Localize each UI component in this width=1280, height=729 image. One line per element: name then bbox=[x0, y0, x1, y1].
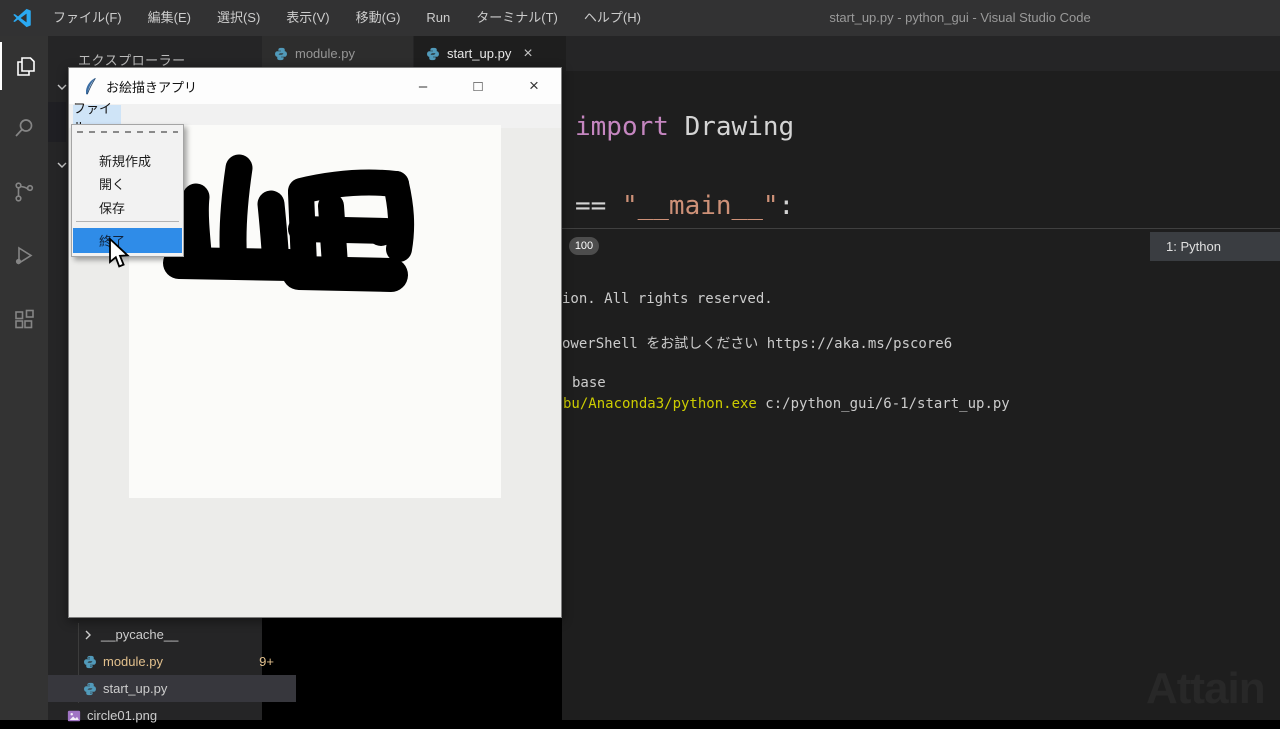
menu-tearoff-handle[interactable] bbox=[77, 131, 178, 133]
tree-item-label: circle01.png bbox=[87, 708, 157, 723]
menu-edit[interactable]: 編集(E) bbox=[135, 0, 204, 36]
app-title: お絵描きアプリ bbox=[106, 77, 197, 96]
window-title: start_up.py - python_gui - Visual Studio… bbox=[640, 0, 1280, 36]
git-changes-badge: 9+ bbox=[259, 654, 274, 669]
menu-separator bbox=[76, 221, 179, 222]
drawing-canvas[interactable] bbox=[129, 125, 501, 498]
tab-label: module.py bbox=[295, 46, 355, 61]
menu-go[interactable]: 移動(G) bbox=[343, 0, 414, 36]
search-icon[interactable] bbox=[0, 104, 48, 152]
app-titlebar[interactable]: お絵描きアプリ – □ × bbox=[69, 68, 561, 104]
problems-count-badge: 100 bbox=[569, 237, 599, 255]
close-button[interactable]: × bbox=[511, 68, 557, 104]
open-editors-selected-strip bbox=[48, 102, 66, 142]
folder-chevron-icon bbox=[80, 629, 96, 641]
terminal-line: ion. All rights reserved. bbox=[562, 291, 773, 307]
menu-terminal[interactable]: ターミナル(T) bbox=[463, 0, 571, 36]
tree-item-module[interactable]: module.py 9+ bbox=[48, 648, 296, 675]
terminal-panel[interactable]: 100 1: Python ion. All rights reserved. … bbox=[562, 229, 1280, 720]
tree-item-pycache[interactable]: __pycache__ bbox=[48, 621, 294, 648]
menu-item-save[interactable]: 保存 bbox=[73, 196, 182, 219]
source-control-icon[interactable] bbox=[0, 168, 48, 216]
menu-run[interactable]: Run bbox=[413, 0, 463, 36]
mouse-cursor bbox=[107, 238, 131, 275]
tab-module-py[interactable]: module.py bbox=[262, 36, 414, 71]
menu-view[interactable]: 表示(V) bbox=[273, 0, 342, 36]
code-line-main: == "__main__": bbox=[575, 191, 794, 221]
handwritten-yamada-drawing bbox=[129, 125, 501, 498]
tree-item-circle01[interactable]: circle01.png bbox=[48, 702, 280, 729]
attain-watermark: Attain bbox=[1146, 664, 1265, 714]
section-chevron-icon[interactable] bbox=[56, 156, 68, 174]
tab-label: start_up.py bbox=[447, 46, 511, 61]
python-file-icon bbox=[82, 655, 98, 669]
vscode-logo-icon bbox=[12, 8, 32, 28]
terminal-shell-selector[interactable]: 1: Python bbox=[1150, 232, 1280, 261]
image-file-icon bbox=[66, 709, 82, 723]
drawing-app-window[interactable]: お絵描きアプリ – □ × ファイル bbox=[68, 67, 562, 618]
python-file-icon bbox=[274, 47, 288, 61]
code-line-import: import Drawing bbox=[575, 112, 794, 142]
python-file-icon bbox=[82, 682, 98, 696]
maximize-button[interactable]: □ bbox=[455, 68, 501, 104]
python-file-icon bbox=[426, 47, 440, 61]
tree-item-startup[interactable]: start_up.py bbox=[48, 675, 296, 702]
run-debug-icon[interactable] bbox=[0, 232, 48, 280]
menu-item-new[interactable]: 新規作成 bbox=[73, 149, 182, 172]
extensions-icon[interactable] bbox=[0, 296, 48, 344]
explorer-icon[interactable] bbox=[0, 42, 50, 90]
menu-item-open[interactable]: 開く bbox=[73, 172, 182, 195]
terminal-line: owerShell をお試しください https://aka.ms/pscore… bbox=[562, 333, 952, 353]
editor-tabstrip: module.py start_up.py × bbox=[262, 36, 1280, 71]
code-editor[interactable]: import Drawing == "__main__": bbox=[562, 71, 1280, 228]
tree-item-label: start_up.py bbox=[103, 681, 167, 696]
menu-selection[interactable]: 選択(S) bbox=[204, 0, 273, 36]
menu-file[interactable]: ファイル(F) bbox=[40, 0, 135, 36]
minimize-button[interactable]: – bbox=[400, 68, 446, 104]
tab-close-icon[interactable]: × bbox=[523, 45, 532, 63]
activity-bar bbox=[0, 36, 48, 720]
tree-item-label: __pycache__ bbox=[101, 627, 178, 642]
tree-item-label: module.py bbox=[103, 654, 163, 669]
tk-feather-icon bbox=[83, 77, 98, 96]
section-chevron-icon[interactable] bbox=[56, 78, 68, 96]
tab-start-up-py[interactable]: start_up.py × bbox=[414, 36, 566, 71]
terminal-command-line: bu/Anaconda3/python.exe c:/python_gui/6-… bbox=[563, 396, 1010, 412]
terminal-line: base bbox=[572, 375, 606, 391]
